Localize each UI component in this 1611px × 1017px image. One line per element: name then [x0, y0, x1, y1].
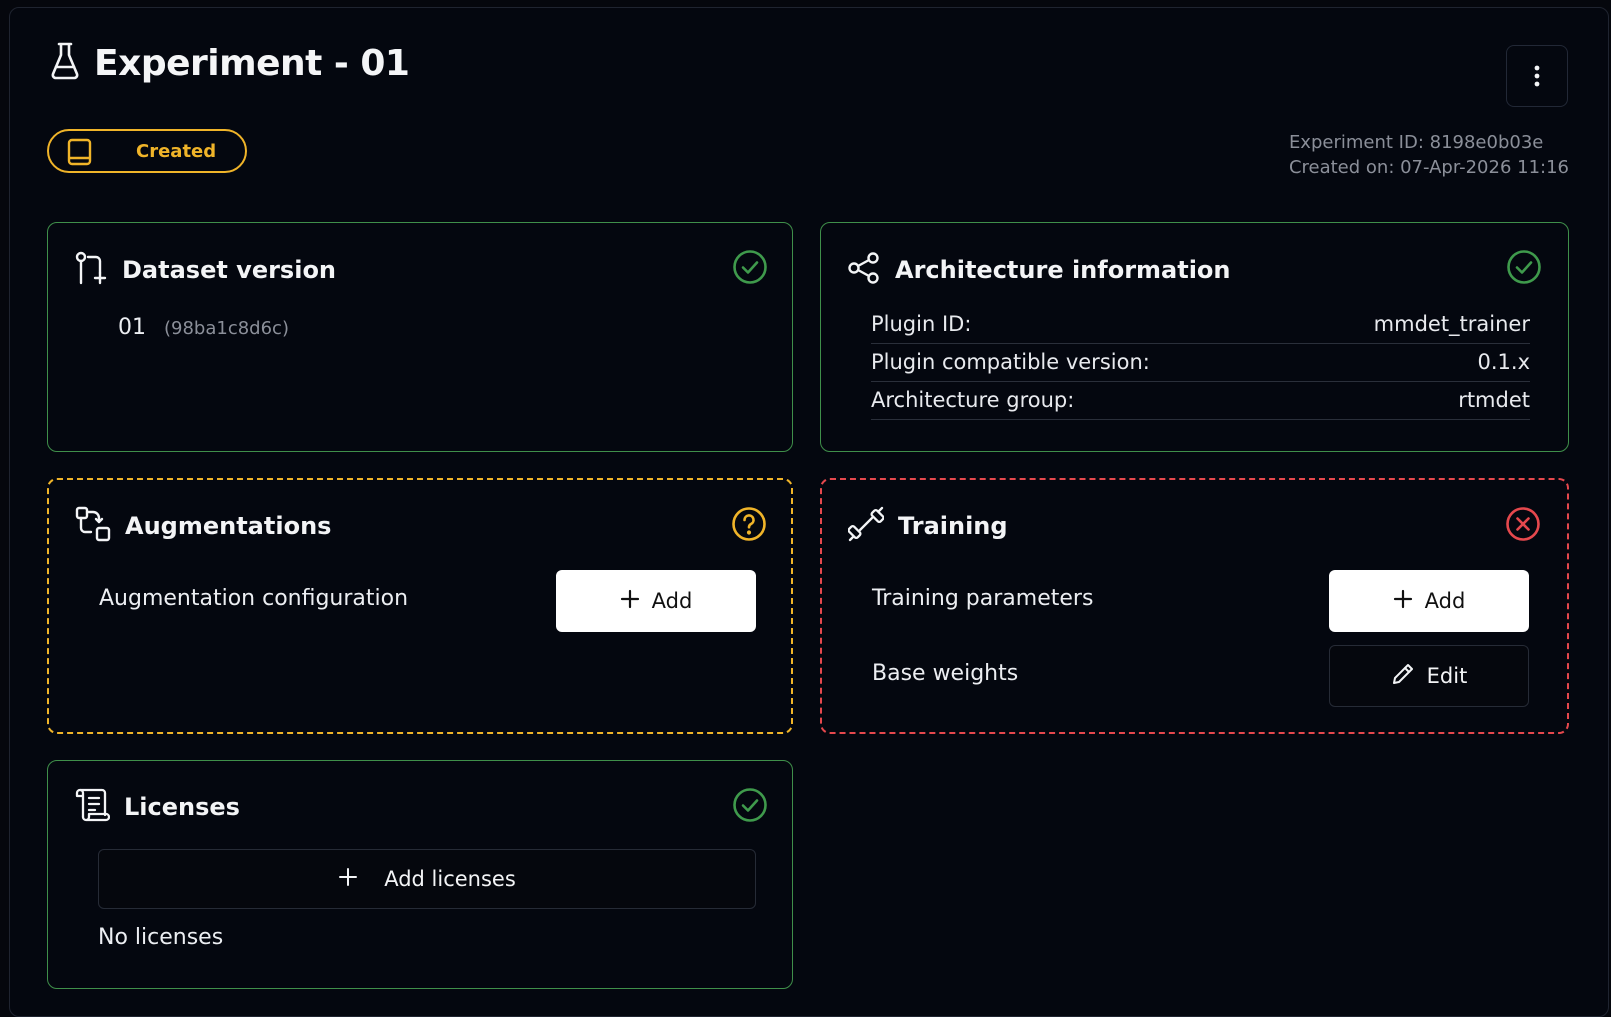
help-circle-icon [731, 506, 767, 546]
button-label: Add licenses [384, 867, 516, 891]
arch-label: Architecture group: [871, 388, 1075, 412]
add-training-parameters-button[interactable]: Add [1329, 570, 1529, 632]
dumbbell-icon [847, 506, 885, 546]
arch-label: Plugin ID: [871, 312, 972, 336]
page-header: Experiment - 01 [50, 42, 410, 84]
arch-value: rtmdet [1458, 388, 1530, 412]
dataset-version-card: Dataset version 01 (98ba1c8d6c) [47, 222, 793, 452]
button-label: Add [1424, 589, 1466, 613]
card-title: Training [898, 512, 1008, 540]
no-licenses-text: No licenses [98, 925, 224, 950]
add-augmentation-button[interactable]: Add [556, 570, 756, 632]
card-title: Licenses [124, 793, 240, 821]
card-title: Augmentations [125, 512, 332, 540]
created-on: Created on: 07-Apr-2026 11:16 [1288, 157, 1569, 178]
more-vertical-icon [1534, 65, 1540, 87]
experiment-meta: Experiment ID: 8198e0b03e Created on: 07… [1289, 130, 1569, 180]
edit-base-weights-button[interactable]: Edit [1329, 645, 1529, 707]
check-circle-icon [732, 249, 768, 289]
arch-label: Plugin compatible version: [871, 350, 1150, 374]
button-label: Edit [1426, 664, 1468, 688]
arch-value: mmdet_trainer [1373, 312, 1530, 336]
arch-row-plugin-id: Plugin ID: mmdet_trainer [871, 305, 1530, 344]
card-title: Architecture information [895, 256, 1231, 284]
base-weights-label: Base weights [872, 661, 1019, 686]
x-circle-icon [1505, 506, 1541, 546]
training-card: Training Training parameters Add Base we… [820, 478, 1569, 734]
dataset-version-row: 01 (98ba1c8d6c) [118, 315, 289, 340]
training-parameters-label: Training parameters [872, 586, 1094, 611]
licenses-card: Licenses Add licenses No licenses [47, 760, 793, 989]
transform-shapes-icon [75, 506, 111, 546]
scroll-icon [74, 787, 111, 827]
augmentations-card: Augmentations Augmentation configuration… [47, 478, 793, 734]
status-badge: Created [47, 129, 247, 173]
flask-icon [50, 42, 80, 84]
share-nodes-icon [847, 251, 881, 289]
experiment-id: Experiment ID: 8198e0b03e [1288, 132, 1544, 153]
button-label: Add [651, 589, 693, 613]
card-title: Dataset version [122, 256, 337, 284]
book-icon [67, 138, 93, 170]
git-branch-icon [74, 251, 108, 289]
plus-icon [1393, 589, 1413, 614]
status-label: Created [136, 141, 217, 162]
plus-icon [620, 589, 640, 614]
arch-row-architecture-group: Architecture group: rtmdet [871, 381, 1530, 420]
dataset-version-number: 01 [118, 315, 146, 340]
augmentation-configuration-label: Augmentation configuration [99, 586, 409, 611]
more-options-button[interactable] [1506, 45, 1568, 107]
plus-icon [338, 867, 358, 892]
dataset-version-hash: (98ba1c8d6c) [164, 318, 289, 339]
check-circle-icon [1506, 249, 1542, 289]
arch-row-plugin-version: Plugin compatible version: 0.1.x [871, 343, 1530, 382]
pencil-icon [1391, 662, 1415, 691]
arch-value: 0.1.x [1477, 350, 1531, 374]
check-circle-icon [732, 787, 768, 827]
page-title: Experiment - 01 [94, 42, 410, 84]
architecture-card: Architecture information Plugin ID: mmde… [820, 222, 1569, 452]
add-licenses-button[interactable]: Add licenses [98, 849, 756, 909]
